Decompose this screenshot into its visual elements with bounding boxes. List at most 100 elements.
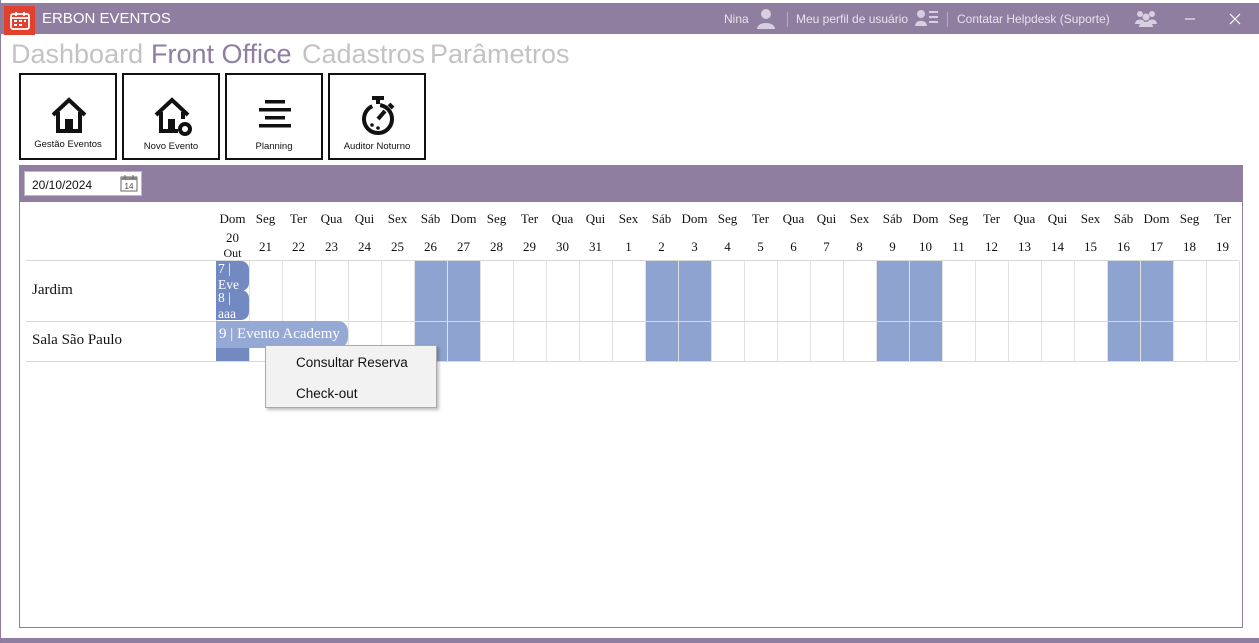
grid-column-line <box>447 260 448 361</box>
novo-evento-tile[interactable]: Novo Evento <box>122 73 220 160</box>
day-of-week-label: Qua <box>782 211 805 226</box>
grid-column-line <box>975 260 976 361</box>
day-number-label: 27 <box>457 239 470 254</box>
grid-column-line <box>645 260 646 361</box>
gestao-eventos-tile[interactable]: Gestão Eventos <box>19 73 117 160</box>
planning-tile[interactable]: Planning <box>225 73 323 160</box>
day-number-label: 11 <box>952 239 965 254</box>
day-of-week-label: Sex <box>618 211 639 226</box>
day-number-label: 10 <box>919 239 932 254</box>
day-number-label: 22 <box>292 239 305 254</box>
svg-text:14: 14 <box>125 182 134 191</box>
day-number-label: 29 <box>523 239 536 254</box>
day-of-week-label: Sáb <box>420 211 441 226</box>
event-block[interactable]: 9 | Evento Academy <box>216 321 348 348</box>
event-block[interactable]: 7 | Eve <box>216 261 249 291</box>
day-of-week-label: Sex <box>1080 211 1101 226</box>
day-number-label: 5 <box>757 239 764 254</box>
tile-label: Planning <box>255 141 293 152</box>
weekend-cell <box>447 260 480 361</box>
day-of-week-label: Ter <box>751 211 770 226</box>
day-number-label: 26 <box>424 239 437 254</box>
day-number-label: 15 <box>1084 239 1097 254</box>
day-number-label: 4 <box>724 239 731 254</box>
weekend-cell <box>909 260 942 361</box>
day-number-label: 18 <box>1183 239 1196 254</box>
grid-column-line <box>942 260 943 361</box>
day-number-label: 6 <box>790 239 797 254</box>
tile-label: Gestão Eventos <box>34 139 102 150</box>
day-of-week-label: Seg <box>948 211 969 226</box>
day-of-week-label: Dom <box>219 211 246 226</box>
user-icon[interactable] <box>756 8 776 30</box>
profile-card-icon[interactable] <box>915 8 939 28</box>
app-title: ERBON EVENTOS <box>42 10 171 27</box>
weekend-cell <box>1107 260 1140 361</box>
day-of-week-label: Qua <box>551 211 574 226</box>
weekend-cell <box>876 260 909 361</box>
room-label: Sala São Paulo <box>32 332 122 348</box>
helpdesk-link[interactable]: Contatar Helpdesk (Suporte) <box>957 12 1110 26</box>
menu-item-check-out[interactable]: Check-out <box>296 386 358 401</box>
grid-column-line <box>546 260 547 361</box>
day-number-label: 23 <box>325 239 338 254</box>
calendar-picker-icon[interactable]: 14 <box>120 175 138 192</box>
bottom-bar <box>1 638 1259 643</box>
day-of-week-label: Dom <box>912 211 939 226</box>
room-label: Jardim <box>32 281 73 298</box>
close-button[interactable] <box>1223 9 1247 29</box>
day-of-week-label: Sáb <box>651 211 672 226</box>
title-bar: ERBON EVENTOS Nina Meu perfil de usuário… <box>1 3 1259 35</box>
tile-label: Novo Evento <box>143 141 199 152</box>
date-value[interactable]: 20/10/2024 <box>32 178 92 192</box>
home-icon <box>51 97 87 133</box>
day-number-label: 7 <box>823 239 830 254</box>
day-number-label: 20 <box>226 230 239 245</box>
nav-tab-parametros[interactable]: Parâmetros <box>430 39 570 70</box>
grid-row-line <box>26 361 1238 362</box>
day-number-label: 2 <box>658 239 665 254</box>
day-number-label: 16 <box>1117 239 1130 254</box>
minimize-button[interactable] <box>1178 9 1202 29</box>
day-of-week-label: Qui <box>1047 211 1068 226</box>
grid-column-line <box>909 260 910 361</box>
menu-item-consultar-reserva[interactable]: Consultar Reserva <box>296 355 408 370</box>
day-of-week-label: Seg <box>255 211 276 226</box>
day-number-label: 28 <box>490 239 503 254</box>
day-number-label: 24 <box>358 239 371 254</box>
day-of-week-label: Ter <box>1213 211 1232 226</box>
weekend-cell <box>1140 260 1173 361</box>
align-center-icon <box>259 100 291 128</box>
day-number-label: 21 <box>259 239 272 254</box>
nav-tab-dashboard[interactable]: Dashboard <box>11 39 143 70</box>
day-of-week-label: Seg <box>717 211 738 226</box>
nav-tab-front-office[interactable]: Front Office <box>151 39 292 70</box>
tile-label: Auditor Noturno <box>343 141 411 152</box>
grid-column-line <box>579 260 580 361</box>
user-name[interactable]: Nina <box>724 12 749 26</box>
stopwatch-icon <box>362 96 395 135</box>
day-number-label: 17 <box>1150 239 1163 254</box>
day-number-label: 1 <box>625 239 632 254</box>
month-label: Out <box>223 246 242 260</box>
team-icon[interactable] <box>1134 8 1158 28</box>
day-of-week-label: Ter <box>520 211 539 226</box>
day-of-week-label: Qui <box>354 211 375 226</box>
grid-column-line <box>678 260 679 361</box>
calendar-icon <box>4 6 35 35</box>
weekend-cell <box>645 260 678 361</box>
auditor-noturno-tile[interactable]: Auditor Noturno <box>328 73 426 160</box>
day-of-week-label: Sex <box>387 211 408 226</box>
day-of-week-label: Sex <box>849 211 870 226</box>
grid-column-line <box>480 260 481 361</box>
day-number-label: 30 <box>556 239 569 254</box>
separator <box>787 12 788 27</box>
nav-tab-cadastros[interactable]: Cadastros <box>302 39 425 70</box>
event-block[interactable]: 8 | aaa <box>216 290 249 320</box>
grid-column-line <box>711 260 712 361</box>
profile-link[interactable]: Meu perfil de usuário <box>796 12 908 26</box>
app-window: ERBON EVENTOS Nina Meu perfil de usuário… <box>0 0 1259 643</box>
date-picker[interactable]: 20/10/2024 14 <box>24 171 142 196</box>
day-number-label: 8 <box>856 239 863 254</box>
grid-column-line <box>1107 260 1108 361</box>
